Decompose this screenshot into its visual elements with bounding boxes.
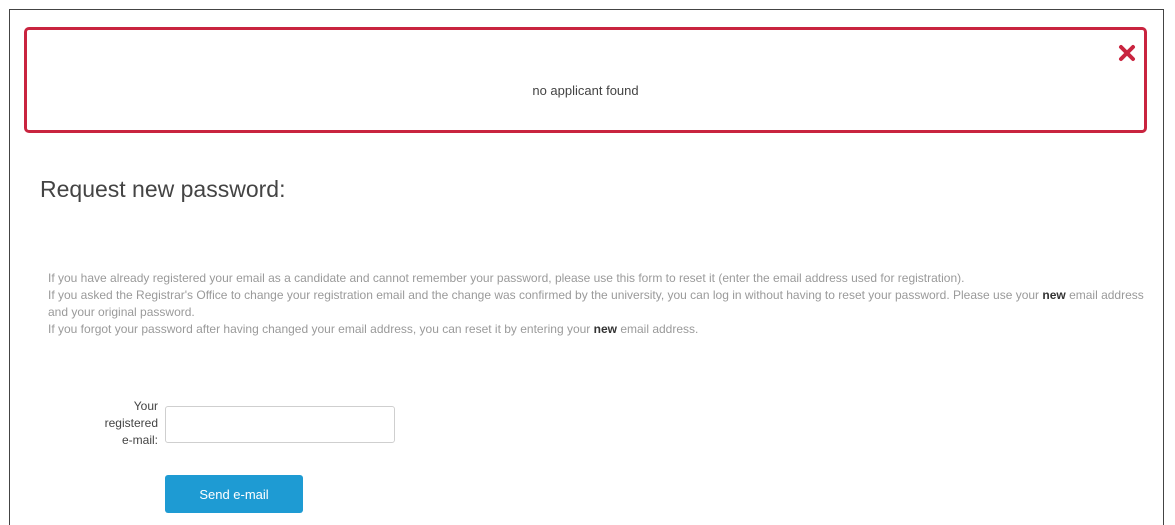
- info-paragraph-1: If you have already registered your emai…: [48, 271, 965, 285]
- info-text: If you have already registered your emai…: [48, 270, 1148, 338]
- close-icon[interactable]: [1118, 44, 1136, 62]
- send-email-button[interactable]: Send e-mail: [165, 475, 303, 513]
- error-alert: no applicant found: [24, 27, 1147, 133]
- page-title: Request new password:: [40, 176, 286, 202]
- email-field-label: Your registered e-mail:: [104, 399, 158, 447]
- info-paragraph-3: If you forgot your password after having…: [48, 322, 699, 336]
- page-frame: no applicant found Request new password:…: [9, 9, 1164, 525]
- alert-message: no applicant found: [532, 83, 639, 98]
- email-field[interactable]: [165, 406, 395, 443]
- info-paragraph-2: If you asked the Registrar's Office to c…: [48, 288, 1144, 319]
